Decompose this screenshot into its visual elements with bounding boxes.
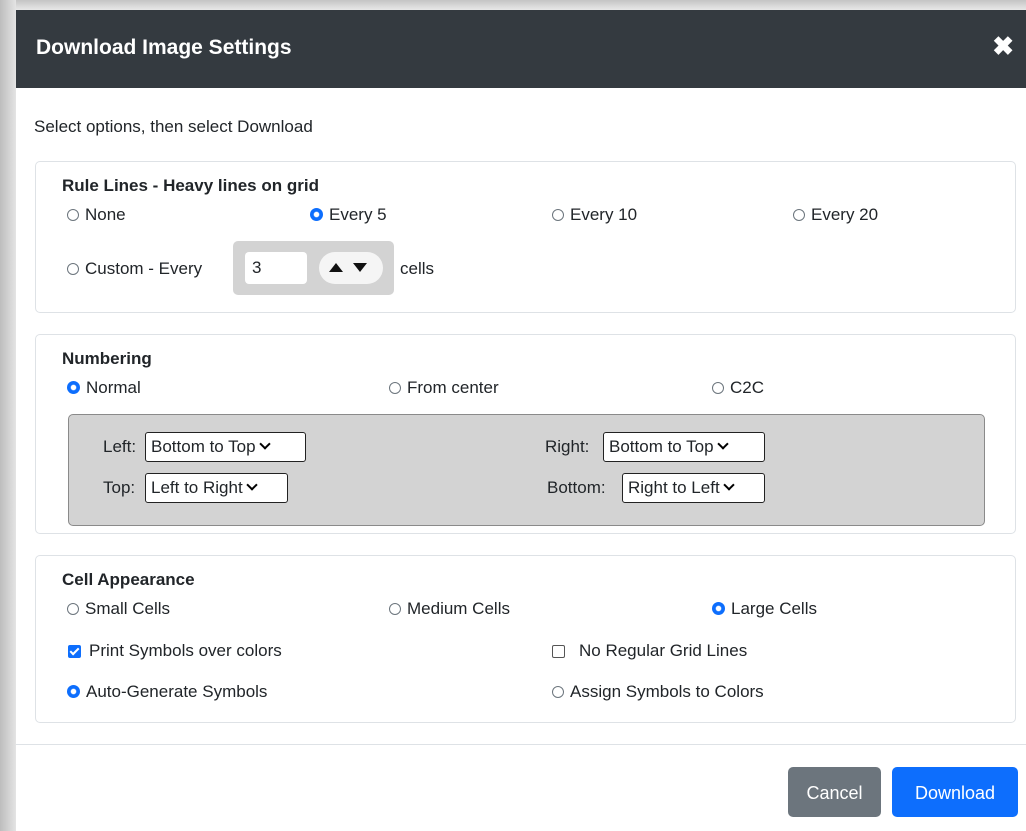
numbering-option-normal[interactable]: Normal <box>67 378 141 398</box>
numbering-option-from-center[interactable]: From center <box>389 378 499 398</box>
bottom-direction-value: Right to Left <box>628 478 720 497</box>
rule-option-every-10[interactable]: Every 10 <box>552 205 637 225</box>
print-symbols-checkbox[interactable]: Print Symbols over colors <box>68 641 282 661</box>
top-direction-label: Top: <box>103 478 136 497</box>
auto-generate-label: Auto-Generate Symbols <box>86 682 268 701</box>
dialog-header: Download Image Settings ✖ <box>16 10 1026 88</box>
backdrop-top <box>0 0 1026 10</box>
radio-selected-icon <box>67 381 80 394</box>
assign-symbols-label: Assign Symbols to Colors <box>570 682 764 701</box>
radio-icon <box>793 209 805 221</box>
cell-size-medium[interactable]: Medium Cells <box>389 599 510 619</box>
cell-size-label: Medium Cells <box>407 599 510 618</box>
checkbox-icon <box>552 645 565 658</box>
radio-selected-icon <box>67 685 80 698</box>
rule-option-label: Every 10 <box>570 205 638 224</box>
rule-option-none[interactable]: None <box>67 205 126 225</box>
rule-lines-title: Rule Lines - Heavy lines on grid <box>62 176 319 195</box>
cell-size-large[interactable]: Large Cells <box>712 599 817 619</box>
checkbox-checked-icon <box>68 645 81 658</box>
dialog-title: Download Image Settings <box>36 36 292 59</box>
close-icon[interactable]: ✖ <box>992 31 1014 61</box>
top-direction-value: Left to Right <box>151 478 243 497</box>
numbering-option-label: From center <box>407 378 499 397</box>
right-direction-select[interactable]: Bottom to Top <box>603 432 765 462</box>
download-button[interactable]: Download <box>892 767 1018 817</box>
radio-icon <box>67 263 79 275</box>
numbering-group: Numbering Normal From center C2C Left: B… <box>35 334 1016 534</box>
cell-size-label: Large Cells <box>731 599 817 618</box>
no-grid-lines-checkbox[interactable]: No Regular Grid Lines <box>552 641 747 661</box>
footer-divider <box>16 744 1026 745</box>
top-direction-select[interactable]: Left to Right <box>145 473 288 503</box>
rule-option-custom[interactable]: Custom - Every <box>67 259 202 279</box>
numbering-direction-panel: Left: Bottom to Top Right: Bottom to Top… <box>68 414 985 526</box>
numbering-option-c2c[interactable]: C2C <box>712 378 764 398</box>
radio-icon <box>712 382 724 394</box>
rule-lines-group: Rule Lines - Heavy lines on grid None Ev… <box>35 161 1016 313</box>
rule-option-every-20[interactable]: Every 20 <box>793 205 878 225</box>
rule-option-label: Every 5 <box>329 205 387 224</box>
chevron-down-icon <box>258 438 271 450</box>
instructions-text: Select options, then select Download <box>34 117 313 136</box>
rule-option-every-5[interactable]: Every 5 <box>310 205 387 225</box>
cell-appearance-group: Cell Appearance Small Cells Medium Cells… <box>35 555 1016 723</box>
radio-icon <box>67 209 79 221</box>
decrement-arrow-icon[interactable] <box>353 263 367 272</box>
custom-interval-spinner <box>233 241 394 295</box>
numbering-option-label: Normal <box>86 378 141 397</box>
cell-appearance-title: Cell Appearance <box>62 570 195 589</box>
radio-icon <box>389 603 401 615</box>
bottom-direction-select[interactable]: Right to Left <box>622 473 765 503</box>
rule-option-label: Every 20 <box>811 205 879 224</box>
rule-option-label: Custom - Every <box>85 259 203 278</box>
radio-icon <box>67 603 79 615</box>
radio-icon <box>389 382 401 394</box>
bottom-direction-label: Bottom: <box>547 478 606 497</box>
cancel-button[interactable]: Cancel <box>788 767 881 817</box>
radio-icon <box>552 209 564 221</box>
chevron-down-icon <box>723 479 735 491</box>
auto-generate-symbols-option[interactable]: Auto-Generate Symbols <box>67 682 267 702</box>
numbering-title: Numbering <box>62 349 152 368</box>
left-direction-value: Bottom to Top <box>151 437 256 456</box>
radio-icon <box>552 686 564 698</box>
custom-interval-suffix: cells <box>400 259 435 278</box>
right-direction-label: Right: <box>545 437 590 456</box>
download-settings-dialog: Download Image Settings ✖ Select options… <box>16 10 1026 831</box>
assign-symbols-option[interactable]: Assign Symbols to Colors <box>552 682 764 702</box>
rule-option-label: None <box>85 205 126 224</box>
cell-size-small[interactable]: Small Cells <box>67 599 170 619</box>
numbering-option-label: C2C <box>730 378 765 397</box>
cell-size-label: Small Cells <box>85 599 171 618</box>
spinner-buttons <box>319 252 383 284</box>
right-direction-value: Bottom to Top <box>609 437 714 456</box>
print-symbols-label: Print Symbols over colors <box>89 641 282 660</box>
custom-interval-input[interactable] <box>245 252 307 284</box>
left-direction-label: Left: <box>103 437 137 456</box>
no-grid-lines-label: No Regular Grid Lines <box>579 641 748 660</box>
chevron-down-icon <box>716 438 729 450</box>
backdrop-left <box>0 0 16 831</box>
left-direction-select[interactable]: Bottom to Top <box>145 432 306 462</box>
radio-selected-icon <box>712 602 725 615</box>
increment-arrow-icon[interactable] <box>329 263 343 272</box>
radio-selected-icon <box>310 208 323 221</box>
chevron-down-icon <box>246 479 258 491</box>
